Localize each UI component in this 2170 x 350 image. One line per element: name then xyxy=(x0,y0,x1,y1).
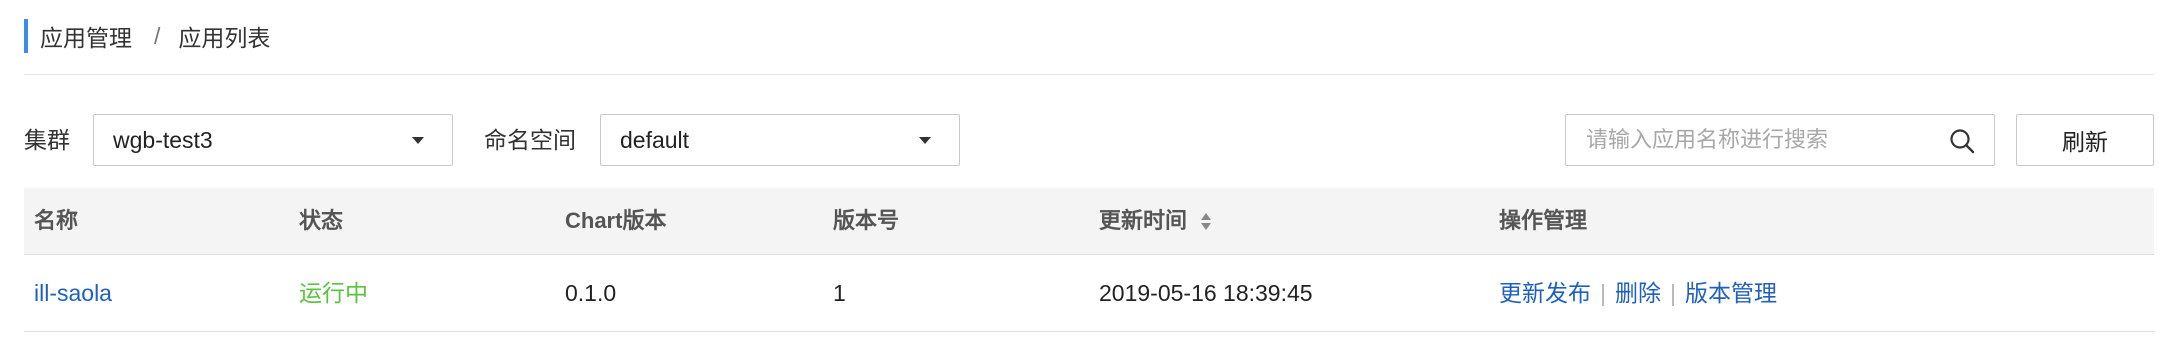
update-release-link[interactable]: 更新发布 xyxy=(1499,255,1591,331)
namespace-select-value: default xyxy=(620,126,690,153)
chevron-down-icon xyxy=(412,136,424,144)
cell-name: ill-saola xyxy=(34,255,112,331)
column-header-actions: 操作管理 xyxy=(1499,208,1588,233)
sort-down-icon xyxy=(1201,222,1212,230)
column-header-name: 名称 xyxy=(34,208,79,233)
cluster-select[interactable]: wgb-test3 xyxy=(93,114,453,166)
column-header-chart-version: Chart版本 xyxy=(565,208,667,233)
table-header: 名称 状态 Chart版本 版本号 更新时间 操作管理 xyxy=(24,188,2154,255)
search-icon[interactable] xyxy=(1948,127,1976,155)
search-input[interactable] xyxy=(1586,115,1946,165)
column-header-updated[interactable]: 更新时间 xyxy=(1099,188,1212,254)
breadcrumb-parent[interactable]: 应用管理 xyxy=(40,19,132,53)
breadcrumb-current: 应用列表 xyxy=(178,25,271,51)
header-divider xyxy=(24,74,2154,75)
sort-up-icon xyxy=(1201,212,1212,220)
breadcrumb-accent-bar xyxy=(24,19,28,53)
app-name-link[interactable]: ill-saola xyxy=(34,280,112,306)
cluster-select-value: wgb-test3 xyxy=(113,126,213,153)
app-table: 名称 状态 Chart版本 版本号 更新时间 操作管理 ill-saola 运行… xyxy=(24,188,2154,332)
table-row: ill-saola 运行中 0.1.0 1 2019-05-16 18:39:4… xyxy=(24,255,2154,332)
namespace-label: 命名空间 xyxy=(484,127,576,153)
breadcrumb: 应用管理 / 应用列表 xyxy=(24,16,270,56)
table-body: ill-saola 运行中 0.1.0 1 2019-05-16 18:39:4… xyxy=(24,255,2154,332)
column-header-updated-label: 更新时间 xyxy=(1099,208,1188,233)
version-manage-link[interactable]: 版本管理 xyxy=(1685,255,1777,331)
search-box xyxy=(1565,114,1995,166)
chevron-down-icon xyxy=(919,136,931,144)
cell-chart-version: 0.1.0 xyxy=(565,280,617,306)
cell-updated-time: 2019-05-16 18:39:45 xyxy=(1099,280,1313,306)
breadcrumb-separator: / xyxy=(154,22,161,49)
column-header-status: 状态 xyxy=(299,208,344,233)
delete-link[interactable]: 删除 xyxy=(1615,255,1661,331)
column-header-version: 版本号 xyxy=(833,208,900,233)
sort-icon[interactable] xyxy=(1201,212,1212,230)
action-separator: | xyxy=(1600,280,1606,306)
action-separator: | xyxy=(1669,280,1676,306)
cell-actions: 更新发布 | 删除 | 版本管理 xyxy=(1499,255,1777,331)
cluster-label: 集群 xyxy=(24,127,70,153)
refresh-button[interactable]: 刷新 xyxy=(2016,114,2154,166)
status-badge: 运行中 xyxy=(299,280,368,306)
cell-version: 1 xyxy=(833,280,846,306)
namespace-select[interactable]: default xyxy=(600,114,960,166)
